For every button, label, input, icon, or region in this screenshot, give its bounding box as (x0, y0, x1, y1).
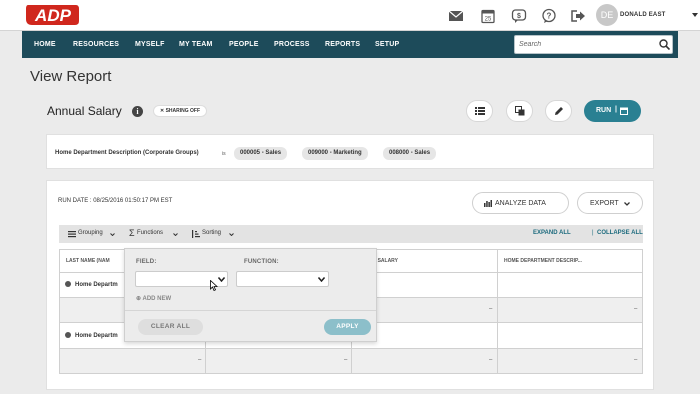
grouping-icon (68, 231, 76, 238)
list-view-button[interactable] (466, 100, 493, 122)
chevron-down-icon (624, 202, 630, 206)
report-title: Annual Salary (47, 104, 122, 118)
sharing-label: SHARING OFF (165, 108, 201, 114)
collapse-all-link[interactable]: COLLAPSE ALL (597, 230, 643, 236)
function-select[interactable] (236, 271, 329, 287)
sigma-icon: Σ (129, 228, 135, 238)
cell-value: – (344, 357, 348, 363)
add-new-link[interactable]: ⊕ ADD NEW (136, 295, 171, 302)
user-name[interactable]: DONALD EAST (620, 12, 666, 18)
cell-value: – (634, 357, 638, 363)
main-nav: HOME RESOURCES MYSELF MY TEAM PEOPLE PRO… (22, 31, 678, 58)
function-label: FUNCTION: (244, 259, 279, 265)
cell-value: – (489, 357, 493, 363)
logo-text: ADP (34, 6, 72, 25)
group-row[interactable]: Home Departm (65, 332, 118, 339)
sort-icon (192, 230, 200, 238)
toolbar-divider: | (592, 230, 594, 236)
copy-icon (515, 106, 525, 116)
nav-setup[interactable]: SETUP (375, 41, 399, 48)
calendar-icon[interactable]: 25 (480, 8, 496, 24)
filter-operator: is (222, 151, 226, 157)
cell-value: – (198, 357, 202, 363)
filter-chip[interactable]: 000005 - Sales (234, 147, 288, 160)
run-label: RUN (596, 107, 612, 114)
close-icon: ✕ (160, 108, 165, 114)
analyze-data-label: ANALYZE DATA (495, 200, 546, 207)
nav-my-team[interactable]: MY TEAM (179, 41, 213, 48)
export-button[interactable]: EXPORT (577, 192, 643, 214)
expand-all-link[interactable]: EXPAND ALL (533, 230, 571, 236)
pencil-icon (555, 107, 563, 115)
edit-button[interactable] (545, 100, 572, 122)
calendar-icon (620, 107, 628, 115)
analyze-data-button[interactable]: ANALYZE DATA (472, 192, 569, 214)
group-label: Home Departm (75, 282, 118, 288)
search-icon[interactable] (659, 39, 670, 50)
filter-panel: Home Department Description (Corporate G… (46, 134, 654, 169)
chevron-down-icon[interactable] (692, 13, 698, 18)
mail-icon[interactable] (448, 8, 464, 24)
page-title: View Report (30, 68, 112, 85)
nav-reports[interactable]: REPORTS (325, 41, 360, 48)
nav-process[interactable]: PROCESS (274, 41, 310, 48)
group-label: Home Departm (75, 333, 118, 339)
info-icon[interactable]: i (132, 106, 143, 117)
field-label: FIELD: (136, 259, 157, 265)
nav-resources[interactable]: RESOURCES (73, 41, 119, 48)
adp-logo[interactable]: ADP (24, 3, 80, 27)
top-bar: ADP 25 $ ? DE DONALD EAST (0, 0, 700, 31)
plus-circle-icon: ⊕ (136, 296, 142, 302)
column-header[interactable]: HOME DEPARTMENT DESCRIP... (498, 250, 642, 272)
avatar[interactable]: DE (596, 4, 618, 26)
chat-icon[interactable]: $ (511, 8, 527, 24)
sign-out-icon[interactable] (570, 8, 586, 24)
search-box (514, 35, 673, 54)
sorting-menu[interactable]: Sorting (202, 230, 221, 236)
apply-button[interactable]: APPLY (324, 319, 371, 335)
group-row[interactable]: Home Departm (65, 281, 118, 288)
run-date: RUN DATE : 08/25/2016 01:50:17 PM EST (58, 198, 173, 204)
column-header[interactable]: UAL SALARY (360, 250, 490, 272)
chevron-down-icon (318, 277, 325, 282)
bar-chart-icon (484, 200, 492, 207)
help-icon[interactable]: ? (541, 8, 557, 24)
nav-home[interactable]: HOME (34, 41, 56, 48)
chevron-down-icon (229, 233, 234, 236)
cell-value: – (489, 306, 493, 312)
cell-value: – (634, 306, 638, 312)
mouse-cursor-icon (210, 280, 218, 291)
add-new-label: ADD NEW (142, 296, 172, 302)
report-toolbar: Grouping Σ Functions Sorting EXPAND ALL … (59, 225, 643, 243)
filter-label: Home Department Description (Corporate G… (55, 150, 199, 156)
run-button[interactable]: RUN | (584, 100, 641, 122)
nav-people[interactable]: PEOPLE (229, 41, 259, 48)
functions-menu[interactable]: Functions (137, 230, 163, 236)
expand-icon (65, 332, 71, 338)
nav-myself[interactable]: MYSELF (135, 41, 165, 48)
functions-popup: FIELD: FUNCTION: ⊕ ADD NEW CLEAR ALL APP… (124, 248, 377, 342)
filter-chip[interactable]: 008000 - Sales (383, 147, 437, 160)
expand-icon (65, 281, 71, 287)
filter-chip[interactable]: 009000 - Marketing (302, 147, 368, 160)
chevron-down-icon (173, 233, 178, 236)
chevron-down-icon (218, 277, 225, 282)
copy-button[interactable] (506, 100, 533, 122)
list-icon (475, 107, 485, 115)
clear-all-button[interactable]: CLEAR ALL (138, 319, 203, 335)
sharing-badge[interactable]: ✕ SHARING OFF (153, 105, 208, 117)
search-input[interactable] (515, 36, 653, 53)
svg-text:?: ? (547, 12, 552, 21)
chevron-down-icon (110, 233, 115, 236)
svg-text:$: $ (517, 13, 521, 20)
calendar-day: 25 (485, 17, 492, 23)
export-label: EXPORT (590, 200, 619, 207)
grouping-menu[interactable]: Grouping (78, 230, 103, 236)
